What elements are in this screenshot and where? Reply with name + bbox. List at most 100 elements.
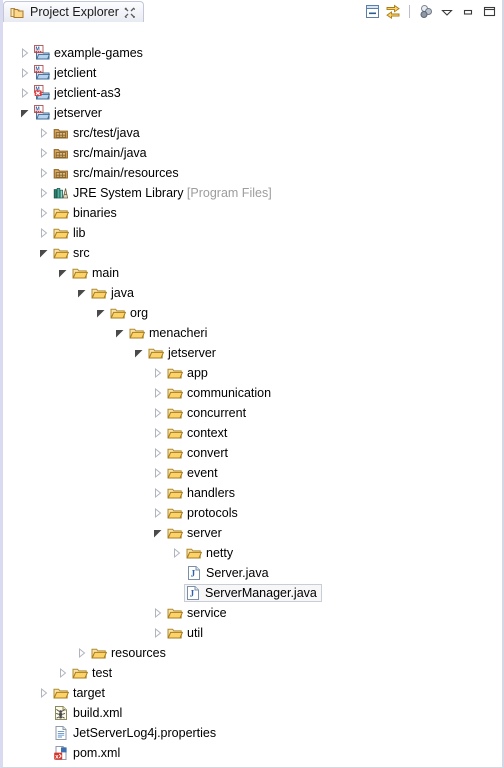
tree-row[interactable]: src/main/resources bbox=[36, 163, 184, 183]
tree-item[interactable]: src/test/java bbox=[52, 124, 145, 142]
tree-row[interactable]: server bbox=[150, 523, 227, 543]
collapse-all-button[interactable] bbox=[363, 3, 381, 21]
expand-arrow-icon[interactable] bbox=[17, 45, 33, 61]
collapse-arrow-icon[interactable] bbox=[112, 325, 128, 341]
expand-arrow-icon[interactable] bbox=[17, 85, 33, 101]
tree-item[interactable]: src/main/java bbox=[52, 144, 152, 162]
tree-item[interactable]: netty bbox=[185, 544, 238, 562]
expand-arrow-icon[interactable] bbox=[36, 145, 52, 161]
tree-row[interactable]: J ServerManager.java bbox=[169, 583, 322, 603]
tree-item[interactable]: src bbox=[52, 244, 95, 262]
tree-row[interactable]: concurrent bbox=[150, 403, 251, 423]
tree-item[interactable]: java bbox=[90, 284, 139, 302]
tree-row[interactable]: org bbox=[93, 303, 153, 323]
expand-arrow-icon[interactable] bbox=[150, 425, 166, 441]
tree-item[interactable]: handlers bbox=[166, 484, 240, 502]
tree-item[interactable]: main bbox=[71, 264, 124, 282]
tree-item[interactable]: context bbox=[166, 424, 232, 442]
tree-row[interactable]: convert bbox=[150, 443, 233, 463]
tree-item[interactable]: event bbox=[166, 464, 223, 482]
link-with-editor-button[interactable] bbox=[384, 3, 402, 21]
expand-arrow-icon[interactable] bbox=[55, 665, 71, 681]
tree-item[interactable]: build.xml bbox=[52, 704, 127, 722]
tree-item[interactable]: Mjetserver bbox=[33, 104, 107, 122]
view-menu-filter-button[interactable] bbox=[417, 3, 435, 21]
expand-arrow-icon[interactable] bbox=[150, 365, 166, 381]
expand-arrow-icon[interactable] bbox=[17, 65, 33, 81]
tree-item[interactable]: concurrent bbox=[166, 404, 251, 422]
tree-row[interactable]: menacheri bbox=[112, 323, 212, 343]
tree-item[interactable]: jetserver bbox=[147, 344, 221, 362]
tree-row[interactable]: lib bbox=[36, 223, 91, 243]
tree-item[interactable]: app bbox=[166, 364, 213, 382]
collapse-arrow-icon[interactable] bbox=[55, 265, 71, 281]
tree-item[interactable]: convert bbox=[166, 444, 233, 462]
tree-row[interactable]: build.xml bbox=[36, 703, 127, 723]
tree-row[interactable]: JetServerLog4j.properties bbox=[36, 723, 221, 743]
tree-row[interactable]: J Server.java bbox=[169, 563, 274, 583]
tree-item[interactable]: resources bbox=[90, 644, 171, 662]
tree-item[interactable]: Mjetclient-as3 bbox=[33, 84, 126, 102]
tree-row[interactable]: JRE System Library [Program Files] bbox=[36, 183, 277, 203]
collapse-arrow-icon[interactable] bbox=[150, 525, 166, 541]
expand-arrow-icon[interactable] bbox=[150, 465, 166, 481]
tree-row[interactable]: netty bbox=[169, 543, 238, 563]
tree-item[interactable]: util bbox=[166, 624, 208, 642]
tree-row[interactable]: Mexample-games bbox=[17, 43, 148, 63]
tree-item[interactable]: server bbox=[166, 524, 227, 542]
tree-row[interactable]: src bbox=[36, 243, 95, 263]
collapse-arrow-icon[interactable] bbox=[17, 105, 33, 121]
expand-arrow-icon[interactable] bbox=[36, 165, 52, 181]
tree-item[interactable]: test bbox=[71, 664, 117, 682]
expand-arrow-icon[interactable] bbox=[150, 445, 166, 461]
tree-row[interactable]: Mjetserver bbox=[17, 103, 107, 123]
tree-row[interactable]: protocols bbox=[150, 503, 243, 523]
tree-item[interactable]: org bbox=[109, 304, 153, 322]
expand-arrow-icon[interactable] bbox=[36, 205, 52, 221]
view-menu-button[interactable] bbox=[438, 3, 456, 21]
tree-item[interactable]: protocols bbox=[166, 504, 243, 522]
tree-item[interactable]: lib bbox=[52, 224, 91, 242]
expand-arrow-icon[interactable] bbox=[36, 685, 52, 701]
tree-row[interactable]: communication bbox=[150, 383, 276, 403]
minimize-button[interactable] bbox=[459, 3, 477, 21]
expand-arrow-icon[interactable] bbox=[36, 125, 52, 141]
close-icon[interactable] bbox=[124, 7, 136, 18]
collapse-arrow-icon[interactable] bbox=[93, 305, 109, 321]
tree-row[interactable]: main bbox=[55, 263, 124, 283]
tree-row[interactable]: x pom.xml bbox=[36, 743, 125, 763]
tree-row[interactable]: resources bbox=[74, 643, 171, 663]
collapse-arrow-icon[interactable] bbox=[131, 345, 147, 361]
expand-arrow-icon[interactable] bbox=[74, 645, 90, 661]
expand-arrow-icon[interactable] bbox=[150, 385, 166, 401]
tab-project-explorer[interactable]: Project Explorer bbox=[3, 1, 144, 22]
expand-arrow-icon[interactable] bbox=[150, 625, 166, 641]
tree-item[interactable]: menacheri bbox=[128, 324, 212, 342]
tree-row[interactable]: test bbox=[55, 663, 117, 683]
tree-item[interactable]: target bbox=[52, 684, 110, 702]
expand-arrow-icon[interactable] bbox=[36, 225, 52, 241]
tree-item[interactable]: Mexample-games bbox=[33, 44, 148, 62]
tree-row[interactable]: app bbox=[150, 363, 213, 383]
expand-arrow-icon[interactable] bbox=[150, 485, 166, 501]
tree-row[interactable]: handlers bbox=[150, 483, 240, 503]
tree-row[interactable]: event bbox=[150, 463, 223, 483]
tree-item[interactable]: x pom.xml bbox=[52, 744, 125, 762]
tree-row[interactable]: src/main/java bbox=[36, 143, 152, 163]
collapse-arrow-icon[interactable] bbox=[36, 245, 52, 261]
tree-item[interactable]: src/main/resources bbox=[52, 164, 184, 182]
tree-row[interactable]: src/test/java bbox=[36, 123, 145, 143]
tree-row[interactable]: Mjetclient-as3 bbox=[17, 83, 126, 103]
tree-item[interactable]: Mjetclient bbox=[33, 64, 101, 82]
tree-row[interactable]: binaries bbox=[36, 203, 122, 223]
maximize-button[interactable] bbox=[480, 3, 498, 21]
tree-row[interactable]: java bbox=[74, 283, 139, 303]
tree-item[interactable]: JRE System Library [Program Files] bbox=[52, 184, 277, 202]
tree-item[interactable]: binaries bbox=[52, 204, 122, 222]
expand-arrow-icon[interactable] bbox=[150, 505, 166, 521]
tree-row[interactable]: jetserver bbox=[131, 343, 221, 363]
tree-item[interactable]: communication bbox=[166, 384, 276, 402]
expand-arrow-icon[interactable] bbox=[169, 545, 185, 561]
expand-arrow-icon[interactable] bbox=[150, 405, 166, 421]
project-tree[interactable]: Mexample-games Mjetclient Mjetclient-as3 Mj… bbox=[3, 23, 502, 767]
